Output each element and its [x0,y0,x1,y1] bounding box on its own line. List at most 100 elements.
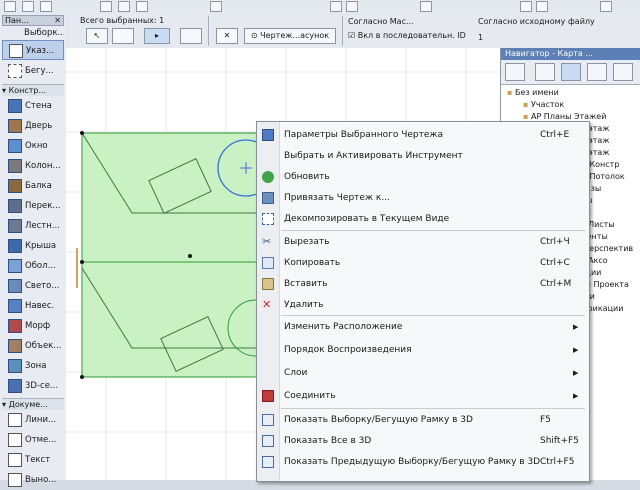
top-toolbar-strip [0,0,640,15]
tool-item[interactable]: Дверь [2,116,64,136]
tool-item[interactable]: Колон... [2,156,64,176]
tool-item[interactable]: Зона [2,356,64,376]
folder-icon: ▪ [523,100,531,109]
select-label[interactable]: Выборк... [2,26,64,40]
copy-icon[interactable] [118,1,130,12]
menu-item[interactable]: Параметры Выбранного Чертежа Ctrl+E [257,125,589,145]
tool-item[interactable]: Выно... [2,470,64,490]
decompose-icon [262,213,274,225]
selection-node[interactable] [80,131,84,135]
tool-icon[interactable] [112,28,134,44]
menu-item[interactable]: Декомпозировать в Текущем Виде [257,209,589,229]
menu-item[interactable]: ✂ Вырезать Ctrl+Ч [257,232,589,252]
tool-label: Дверь [25,121,53,131]
toolbar-button[interactable] [330,1,342,12]
project-map-icon[interactable] [505,63,525,81]
tool-item[interactable]: 3D-се... [2,376,64,396]
tool-icon [8,379,22,393]
submenu-arrow-icon: ▶ [573,346,579,354]
original-size-value: 1 [478,33,484,42]
tool-item[interactable]: Морф [2,316,64,336]
connect-icon [262,390,274,402]
toolbar-button[interactable] [520,1,532,12]
menu-item-label: Показать Предыдущую Выборку/Бегущую Рамк… [284,457,541,467]
scissors-icon[interactable] [100,1,112,12]
home-icon[interactable] [535,63,555,81]
tool-item[interactable]: Обол... [2,256,64,276]
menu-item[interactable]: Показать Все в 3D Shift+F5 [257,431,589,451]
tool-item[interactable]: Отме... [2,430,64,450]
tool-item[interactable]: Лини... [2,410,64,430]
selection-node[interactable] [80,260,84,264]
menu-item[interactable]: Выбрать и Активировать Инструмент [257,146,589,166]
toolbar-button[interactable] [346,1,358,12]
toolbar-button[interactable] [420,1,432,12]
tool-item[interactable]: Крыша [2,236,64,256]
tree-item[interactable]: ▪ Участок [523,100,564,110]
menu-item[interactable]: ✕ Удалить [257,295,589,315]
tree-label: Без имени [514,88,559,97]
tool-item[interactable]: Свето... [2,276,64,296]
menu-item[interactable]: Показать Предыдущую Выборку/Бегущую Рамк… [257,452,589,472]
tool-label: Лини... [25,415,57,425]
toolbar-button[interactable] [40,1,52,12]
submenu-arrow-icon: ▶ [573,323,579,331]
close-icon[interactable]: ✕ [54,16,61,25]
tool-label: Крыша [25,241,57,251]
menu-item-shortcut: Shift+F5 [540,436,579,446]
tool-label: Перек... [25,201,61,211]
section-document[interactable]: ▾ Докуме... [2,398,64,410]
section-design[interactable]: ▾ Констр... [2,84,64,96]
menu-item[interactable]: Слои ▶ [257,363,589,383]
section-label: Докуме... [8,400,48,409]
menu-item[interactable]: Порядок Воспроизведения ▶ [257,340,589,360]
menu-item-shortcut: Ctrl+C [540,258,570,268]
selection-node[interactable] [188,254,192,258]
menu-item[interactable]: Соединить ▶ [257,386,589,406]
menu-item[interactable]: Изменить Расположение ▶ [257,317,589,337]
menu-item[interactable]: Вставить Ctrl+M [257,274,589,294]
tool-item[interactable]: Окно [2,136,64,156]
publish-icon[interactable] [613,63,633,81]
menu-item[interactable]: Обновить [257,167,589,187]
folder-icon[interactable] [561,63,581,81]
menu-item-shortcut: Ctrl+Ч [540,237,570,247]
tool-item[interactable]: Лестн... [2,216,64,236]
paste-icon[interactable] [136,1,148,12]
menu-item-label: Параметры Выбранного Чертежа [284,130,444,140]
folder-icon: ▪ [507,88,515,97]
toolbar-button[interactable] [600,1,612,12]
menu-item[interactable]: Показать Выборку/Бегущую Рамку в 3D F5 [257,410,589,430]
tool-icon [8,413,22,427]
toolbar-button[interactable] [4,1,16,12]
tool-item[interactable]: Навес. [2,296,64,316]
copy-icon [262,257,274,269]
drawing-type-button[interactable]: ⊙ Чертеж...асунок [244,28,336,44]
menu-item-label: Декомпозировать в Текущем Виде [284,214,450,224]
tool-icon[interactable] [180,28,202,44]
tool-item[interactable]: Объек... [2,336,64,356]
tree-root[interactable]: ▪ Без имени [507,88,559,98]
tool-marquee[interactable]: Бегу... [2,61,64,81]
tool-arrow[interactable]: Указ... [2,40,64,60]
sequence-checkbox[interactable]: ☑ Вкл в последовательн. ID [348,31,466,40]
menu-item-shortcut: Ctrl+E [540,130,570,140]
drawing-type-label: Чертеж...асунок [260,31,330,40]
toolbar-button[interactable] [22,1,34,12]
layout-icon[interactable] [587,63,607,81]
tool-label: Обол... [25,261,56,271]
selection-method-icon[interactable]: ▸ [144,28,170,44]
tool-item[interactable]: Стена [2,96,64,116]
arrow-icon[interactable]: ↖ [86,28,108,44]
toolbar-button[interactable] [210,1,222,12]
tool-item[interactable]: Балка [2,176,64,196]
menu-item[interactable]: Привязать Чертеж к... [257,188,589,208]
cross-icon[interactable]: ✕ [216,28,238,44]
tool-icon [8,319,22,333]
tool-item[interactable]: Текст [2,450,64,470]
tool-item[interactable]: Перек... [2,196,64,216]
selection-node[interactable] [80,375,84,379]
menu-item-label: Вырезать [284,237,330,247]
menu-item[interactable]: Копировать Ctrl+C [257,253,589,273]
toolbar-button[interactable] [536,1,548,12]
